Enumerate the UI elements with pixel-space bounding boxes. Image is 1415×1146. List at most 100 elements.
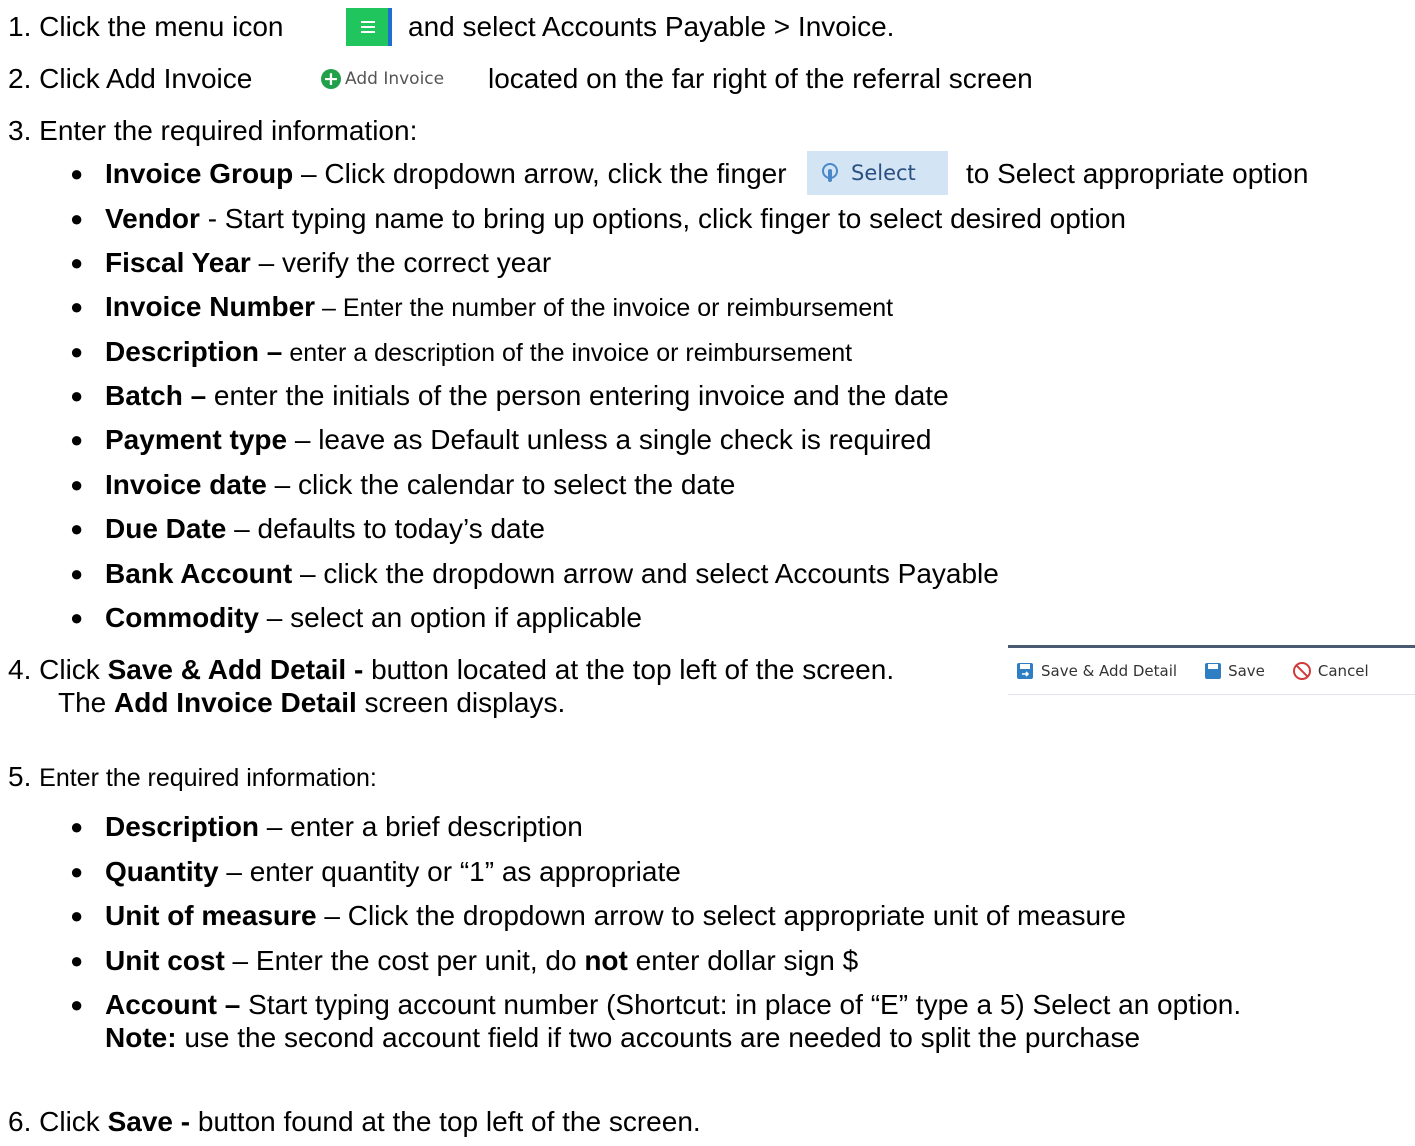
bullet-description: Description – enter a description of the… — [105, 335, 852, 370]
bullet-label: Invoice date — [105, 469, 267, 500]
bullet-label: Payment type — [105, 424, 288, 455]
step-2: 2. Click Add Invoice — [8, 62, 252, 96]
save-add-icon — [1017, 663, 1033, 679]
bullet-commodity: Commodity – select an option if applicab… — [105, 601, 642, 635]
account-note: Note: use the second account field if tw… — [105, 1021, 1140, 1055]
bullet-text-cont: to Select appropriate option — [966, 158, 1309, 189]
bullet-label: Description — [105, 811, 260, 842]
bullet-label: Commodity — [105, 602, 259, 633]
step-number: 1. — [8, 11, 32, 42]
bullet-label: Due Date — [105, 513, 227, 544]
bullet-text: – select an option if applicable — [259, 602, 642, 633]
bullet-text: – click the dropdown arrow and select Ac… — [292, 558, 999, 589]
step-text: Click the menu icon — [39, 11, 284, 42]
step-text: Click — [39, 654, 108, 685]
step-number: 6. — [8, 1106, 32, 1137]
bullet-emphasis: not — [584, 945, 628, 976]
bullet-icon: ● — [70, 161, 84, 186]
bullet-label: Description – — [105, 336, 283, 367]
bullet-icon: ● — [70, 339, 84, 364]
save-add-detail-button: Save & Add Detail — [1016, 662, 1177, 680]
bullet-batch: Batch – enter the initials of the person… — [105, 379, 949, 413]
bullet-label: Invoice Number — [105, 291, 316, 322]
step-number: 3. — [8, 115, 32, 146]
bullet-icon: ● — [70, 903, 84, 928]
select-button: Select — [807, 151, 948, 195]
step-text: button located at the top left of the sc… — [363, 654, 895, 685]
step-bold: Add Invoice Detail — [114, 687, 357, 718]
step-2-cont: located on the far right of the referral… — [488, 63, 1033, 94]
add-invoice-button: + Add Invoice — [321, 69, 444, 89]
bullet-icon: ● — [70, 814, 84, 839]
step-bold: Save & Add Detail - — [107, 654, 364, 685]
select-label: Select — [851, 161, 916, 185]
bullet-text: – enter a brief description — [259, 811, 583, 842]
bullet-text: – leave as Default unless a single check… — [287, 424, 932, 455]
save-add-detail-label: Save & Add Detail — [1041, 662, 1178, 680]
step-1-cont: and select Accounts Payable > Invoice. — [408, 11, 895, 42]
bullet-label: Invoice Group — [105, 158, 294, 189]
bullet-unit-of-measure: Unit of measure – Click the dropdown arr… — [105, 899, 1126, 933]
save-button: Save — [1205, 662, 1265, 680]
bullet-label: Vendor — [105, 203, 200, 234]
bullet-bank-account: Bank Account – click the dropdown arrow … — [105, 557, 999, 591]
note-text: use the second account field if two acco… — [176, 1022, 1141, 1053]
bullet-payment-type: Payment type – leave as Default unless a… — [105, 423, 931, 457]
step-3: 3. Enter the required information: — [8, 114, 417, 148]
bullet-icon: ● — [70, 427, 84, 452]
plus-circle-icon: + — [321, 69, 341, 89]
bullet-invoice-group: Invoice Group – Click dropdown arrow, cl… — [105, 157, 787, 191]
step-number: 2. — [8, 63, 32, 94]
cancel-button: Cancel — [1292, 662, 1369, 680]
bullet-icon: ● — [70, 948, 84, 973]
step-text: Click Add Invoice — [39, 63, 253, 94]
step-text: The — [58, 687, 115, 718]
step-number: 4. — [8, 654, 32, 685]
bullet-text: – Enter the number of the invoice or rei… — [315, 294, 894, 322]
bullet-label: Account – — [105, 989, 241, 1020]
bullet-unit-cost: Unit cost – Enter the cost per unit, do … — [105, 944, 858, 978]
step-text: screen displays. — [356, 687, 566, 718]
step-4-line-2: The Add Invoice Detail screen displays. — [58, 686, 565, 720]
bullet-icon: ● — [70, 294, 84, 319]
step-text: Enter the required information: — [39, 764, 377, 792]
bullet-vendor: Vendor - Start typing name to bring up o… — [105, 202, 1126, 236]
cancel-label: Cancel — [1317, 662, 1369, 680]
step-4: 4. Click Save & Add Detail - button loca… — [8, 653, 894, 687]
bullet-detail-description: Description – enter a brief description — [105, 810, 583, 844]
bullet-icon: ● — [70, 561, 84, 586]
bullet-text: Start typing account number (Shortcut: i… — [240, 989, 1242, 1020]
step-bold: Save - — [107, 1106, 191, 1137]
bullet-invoice-date: Invoice date – click the calendar to sel… — [105, 468, 735, 502]
save-label: Save — [1228, 662, 1265, 680]
disk-icon — [1205, 663, 1222, 679]
step-text: button found at the top left of the scre… — [190, 1106, 701, 1137]
bullet-label: Unit of measure — [105, 900, 317, 931]
note-label: Note: — [105, 1022, 177, 1053]
bullet-icon: ● — [70, 250, 84, 275]
bullet-label: Quantity — [105, 856, 219, 887]
bullet-text: – Click dropdown arrow, click the finger — [293, 158, 787, 189]
bullet-icon: ● — [70, 859, 84, 884]
bullet-label: Fiscal Year — [105, 247, 251, 278]
step-number: 5. — [8, 761, 32, 792]
prohibited-icon — [1292, 662, 1311, 680]
bullet-icon: ● — [70, 516, 84, 541]
bullet-text: – Enter the cost per unit, do — [224, 945, 585, 976]
bullet-icon: ● — [70, 992, 84, 1017]
bullet-label: Batch – — [105, 380, 207, 411]
bullet-text: – verify the correct year — [250, 247, 552, 278]
bullet-label: Bank Account — [105, 558, 293, 589]
bullet-text: – enter quantity or “1” as appropriate — [218, 856, 681, 887]
step-1: 1. Click the menu icon — [8, 10, 283, 44]
bullet-text: enter a description of the invoice or re… — [282, 339, 853, 367]
toolbar: Save & Add Detail Save Cancel — [1008, 645, 1415, 695]
bullet-quantity: Quantity – enter quantity or “1” as appr… — [105, 855, 681, 889]
bullet-due-date: Due Date – defaults to today’s date — [105, 512, 545, 546]
step-text: Click — [39, 1106, 108, 1137]
bullet-icon: ● — [70, 383, 84, 408]
add-invoice-label: Add Invoice — [345, 69, 445, 89]
bullet-text: – defaults to today’s date — [226, 513, 545, 544]
step-5: 5. Enter the required information: — [8, 760, 377, 795]
bullet-icon: ● — [70, 605, 84, 630]
